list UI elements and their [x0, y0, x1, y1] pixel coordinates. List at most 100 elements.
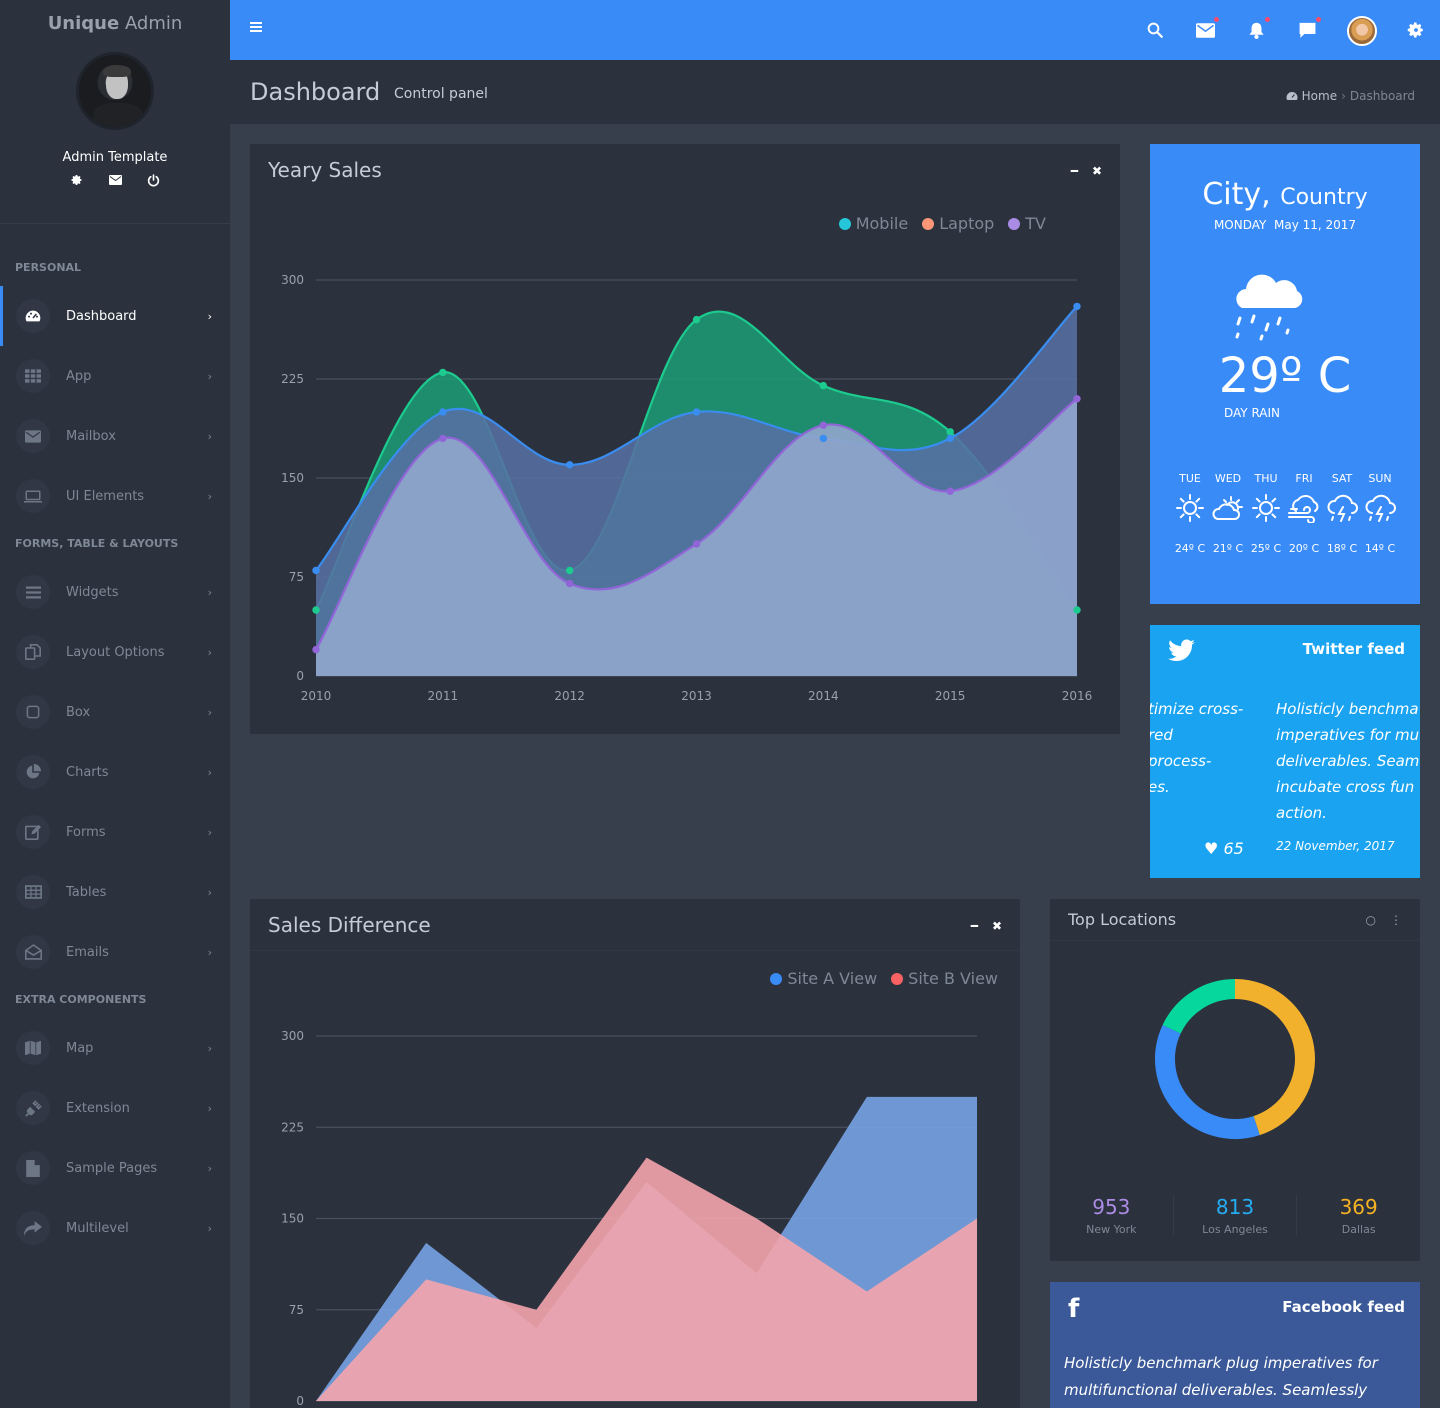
more-vertical-icon[interactable]: ⋮ [1390, 913, 1402, 927]
y-tick-label: 150 [281, 471, 304, 485]
weather-forecast: TUE 24º C WED 21º C THU 25º C FRI 20º C … [1150, 472, 1420, 555]
sidebar-item-mailbox[interactable]: Mailbox › [0, 406, 230, 466]
sidebar-item-extension[interactable]: Extension › [0, 1078, 230, 1138]
email-notification-icon[interactable] [1194, 17, 1219, 41]
y-tick-label: 75 [289, 570, 304, 584]
breadcrumb: Home › Dashboard [1286, 89, 1415, 103]
sun-icon [1171, 493, 1209, 530]
email-badge [1214, 17, 1219, 22]
chevron-right-icon: › [207, 885, 212, 899]
facebook-icon: f [1068, 1294, 1080, 1324]
power-icon[interactable] [146, 173, 160, 187]
tweet-date: 22 November, 2017 [1276, 839, 1395, 853]
brand-light: Admin [124, 13, 183, 34]
brand-logo[interactable]: Unique Admin [0, 0, 230, 48]
chevron-right-icon: › [207, 489, 212, 503]
data-point-mobile [312, 606, 320, 614]
data-point-laptop [1073, 302, 1081, 311]
heart-icon: ♥ [1204, 839, 1219, 858]
sidebar-item-sample-pages[interactable]: Sample Pages › [0, 1138, 230, 1198]
sidebar-item-box[interactable]: Box › [0, 682, 230, 742]
bell-badge [1265, 17, 1270, 22]
user-profile: Admin Template [0, 48, 230, 224]
weather-temp: 29º C [1218, 348, 1352, 404]
data-point-mobile [565, 566, 574, 575]
tweet-likes[interactable]: ♥ 65 [1204, 839, 1244, 858]
sidebar-item-label: Forms [66, 824, 106, 840]
x-tick-label: 2011 [428, 689, 459, 703]
sidebar-item-layout-options[interactable]: Layout Options › [0, 622, 230, 682]
sidebar-item-label: Extension [66, 1100, 130, 1116]
location-stats: 953 New York 813 Los Angeles 369 Dallas [1050, 1195, 1420, 1236]
twitter-feed-title: Twitter feed [1302, 640, 1405, 658]
data-point-tv [692, 540, 701, 548]
nav-section-header: EXTRA COMPONENTS [15, 993, 147, 1006]
copy-icon [16, 635, 50, 669]
data-point-mobile [819, 381, 828, 390]
data-point-mobile [692, 315, 701, 324]
search-icon[interactable] [1144, 19, 1166, 41]
location-stat: 813 Los Angeles [1174, 1195, 1298, 1236]
sidebar-item-ui-elements[interactable]: UI Elements › [0, 466, 230, 526]
sidebar-item-widgets[interactable]: Widgets › [0, 562, 230, 622]
sidebar-item-app[interactable]: App › [0, 346, 230, 406]
page-title: Dashboard [250, 78, 381, 106]
brand-bold: Unique [47, 13, 120, 34]
chevron-right-icon: › [207, 645, 212, 659]
weather-desc: DAY RAIN [1224, 406, 1281, 420]
file-icon [16, 1151, 50, 1185]
x-tick-label: 2015 [935, 689, 966, 703]
sidebar-item-forms[interactable]: Forms › [0, 802, 230, 862]
mail-icon[interactable] [108, 173, 122, 187]
forecast-day: TUE 24º C [1171, 472, 1209, 555]
x-tick-label: 2013 [681, 689, 712, 703]
settings-icon[interactable] [70, 173, 84, 187]
dashboard-icon [16, 299, 50, 333]
sidebar-item-emails[interactable]: Emails › [0, 922, 230, 982]
cloud-rain-icon [1150, 270, 1420, 341]
user-avatar[interactable] [1347, 16, 1377, 46]
yearly-sales-chart: 0 75 150 225 300 2010 2011 2012 2013 2014 2015 2016 [281, 273, 1092, 703]
tweet-text: Holisticly benchma imperatives for mu deli… [1276, 700, 1420, 822]
breadcrumb-home[interactable]: Home [1302, 89, 1337, 103]
grid-icon [16, 359, 50, 393]
location-stat: 369 Dallas [1339, 1195, 1378, 1236]
y-tick-label: 150 [281, 1212, 304, 1226]
storm-icon [1361, 493, 1399, 530]
forecast-day: WED 21º C [1209, 472, 1247, 555]
donut-segment [1162, 979, 1236, 1034]
y-tick-label: 225 [281, 372, 304, 386]
data-point-tv [312, 645, 320, 654]
storm-icon [1323, 493, 1361, 530]
bell-icon[interactable] [1245, 17, 1270, 41]
menu-toggle-icon[interactable] [250, 22, 262, 32]
dashboard-icon [1286, 92, 1298, 100]
share-icon [16, 1211, 50, 1245]
sidebar-item-label: Layout Options [66, 644, 165, 660]
chevron-right-icon: › [207, 309, 212, 323]
chevron-right-icon: › [207, 429, 212, 443]
sidebar-item-charts[interactable]: Charts › [0, 742, 230, 802]
sidebar-item-label: Tables [66, 884, 107, 900]
forecast-day: THU 25º C [1247, 472, 1285, 555]
profile-avatar[interactable] [76, 52, 154, 130]
chat-icon[interactable] [1296, 17, 1321, 41]
data-point-tv [439, 434, 447, 443]
weather-date: MONDAY May 11, 2017 [1213, 218, 1357, 232]
donut-segment [1234, 979, 1315, 1136]
data-point-laptop [819, 434, 828, 443]
chevron-right-icon: › [207, 1221, 212, 1235]
chevron-right-icon: › [207, 825, 212, 839]
chevron-right-icon: › [207, 585, 212, 599]
sidebar-item-dashboard[interactable]: Dashboard › [0, 286, 230, 346]
sidebar-item-multilevel[interactable]: Multilevel › [0, 1198, 230, 1258]
sidebar-item-label: App [66, 368, 92, 384]
refresh-icon[interactable]: ○ [1366, 913, 1376, 927]
sidebar-item-map[interactable]: Map › [0, 1018, 230, 1078]
top-navbar [230, 0, 1440, 60]
sales-difference-card: Sales Difference ━ ✖ Site A View Site B … [250, 899, 1020, 1408]
sidebar-nav: PERSONAL Dashboard › App › Mailbox › UI … [0, 250, 230, 1258]
sidebar-item-tables[interactable]: Tables › [0, 862, 230, 922]
gear-icon[interactable] [1405, 19, 1427, 41]
cloud-sun-icon [1209, 493, 1247, 530]
